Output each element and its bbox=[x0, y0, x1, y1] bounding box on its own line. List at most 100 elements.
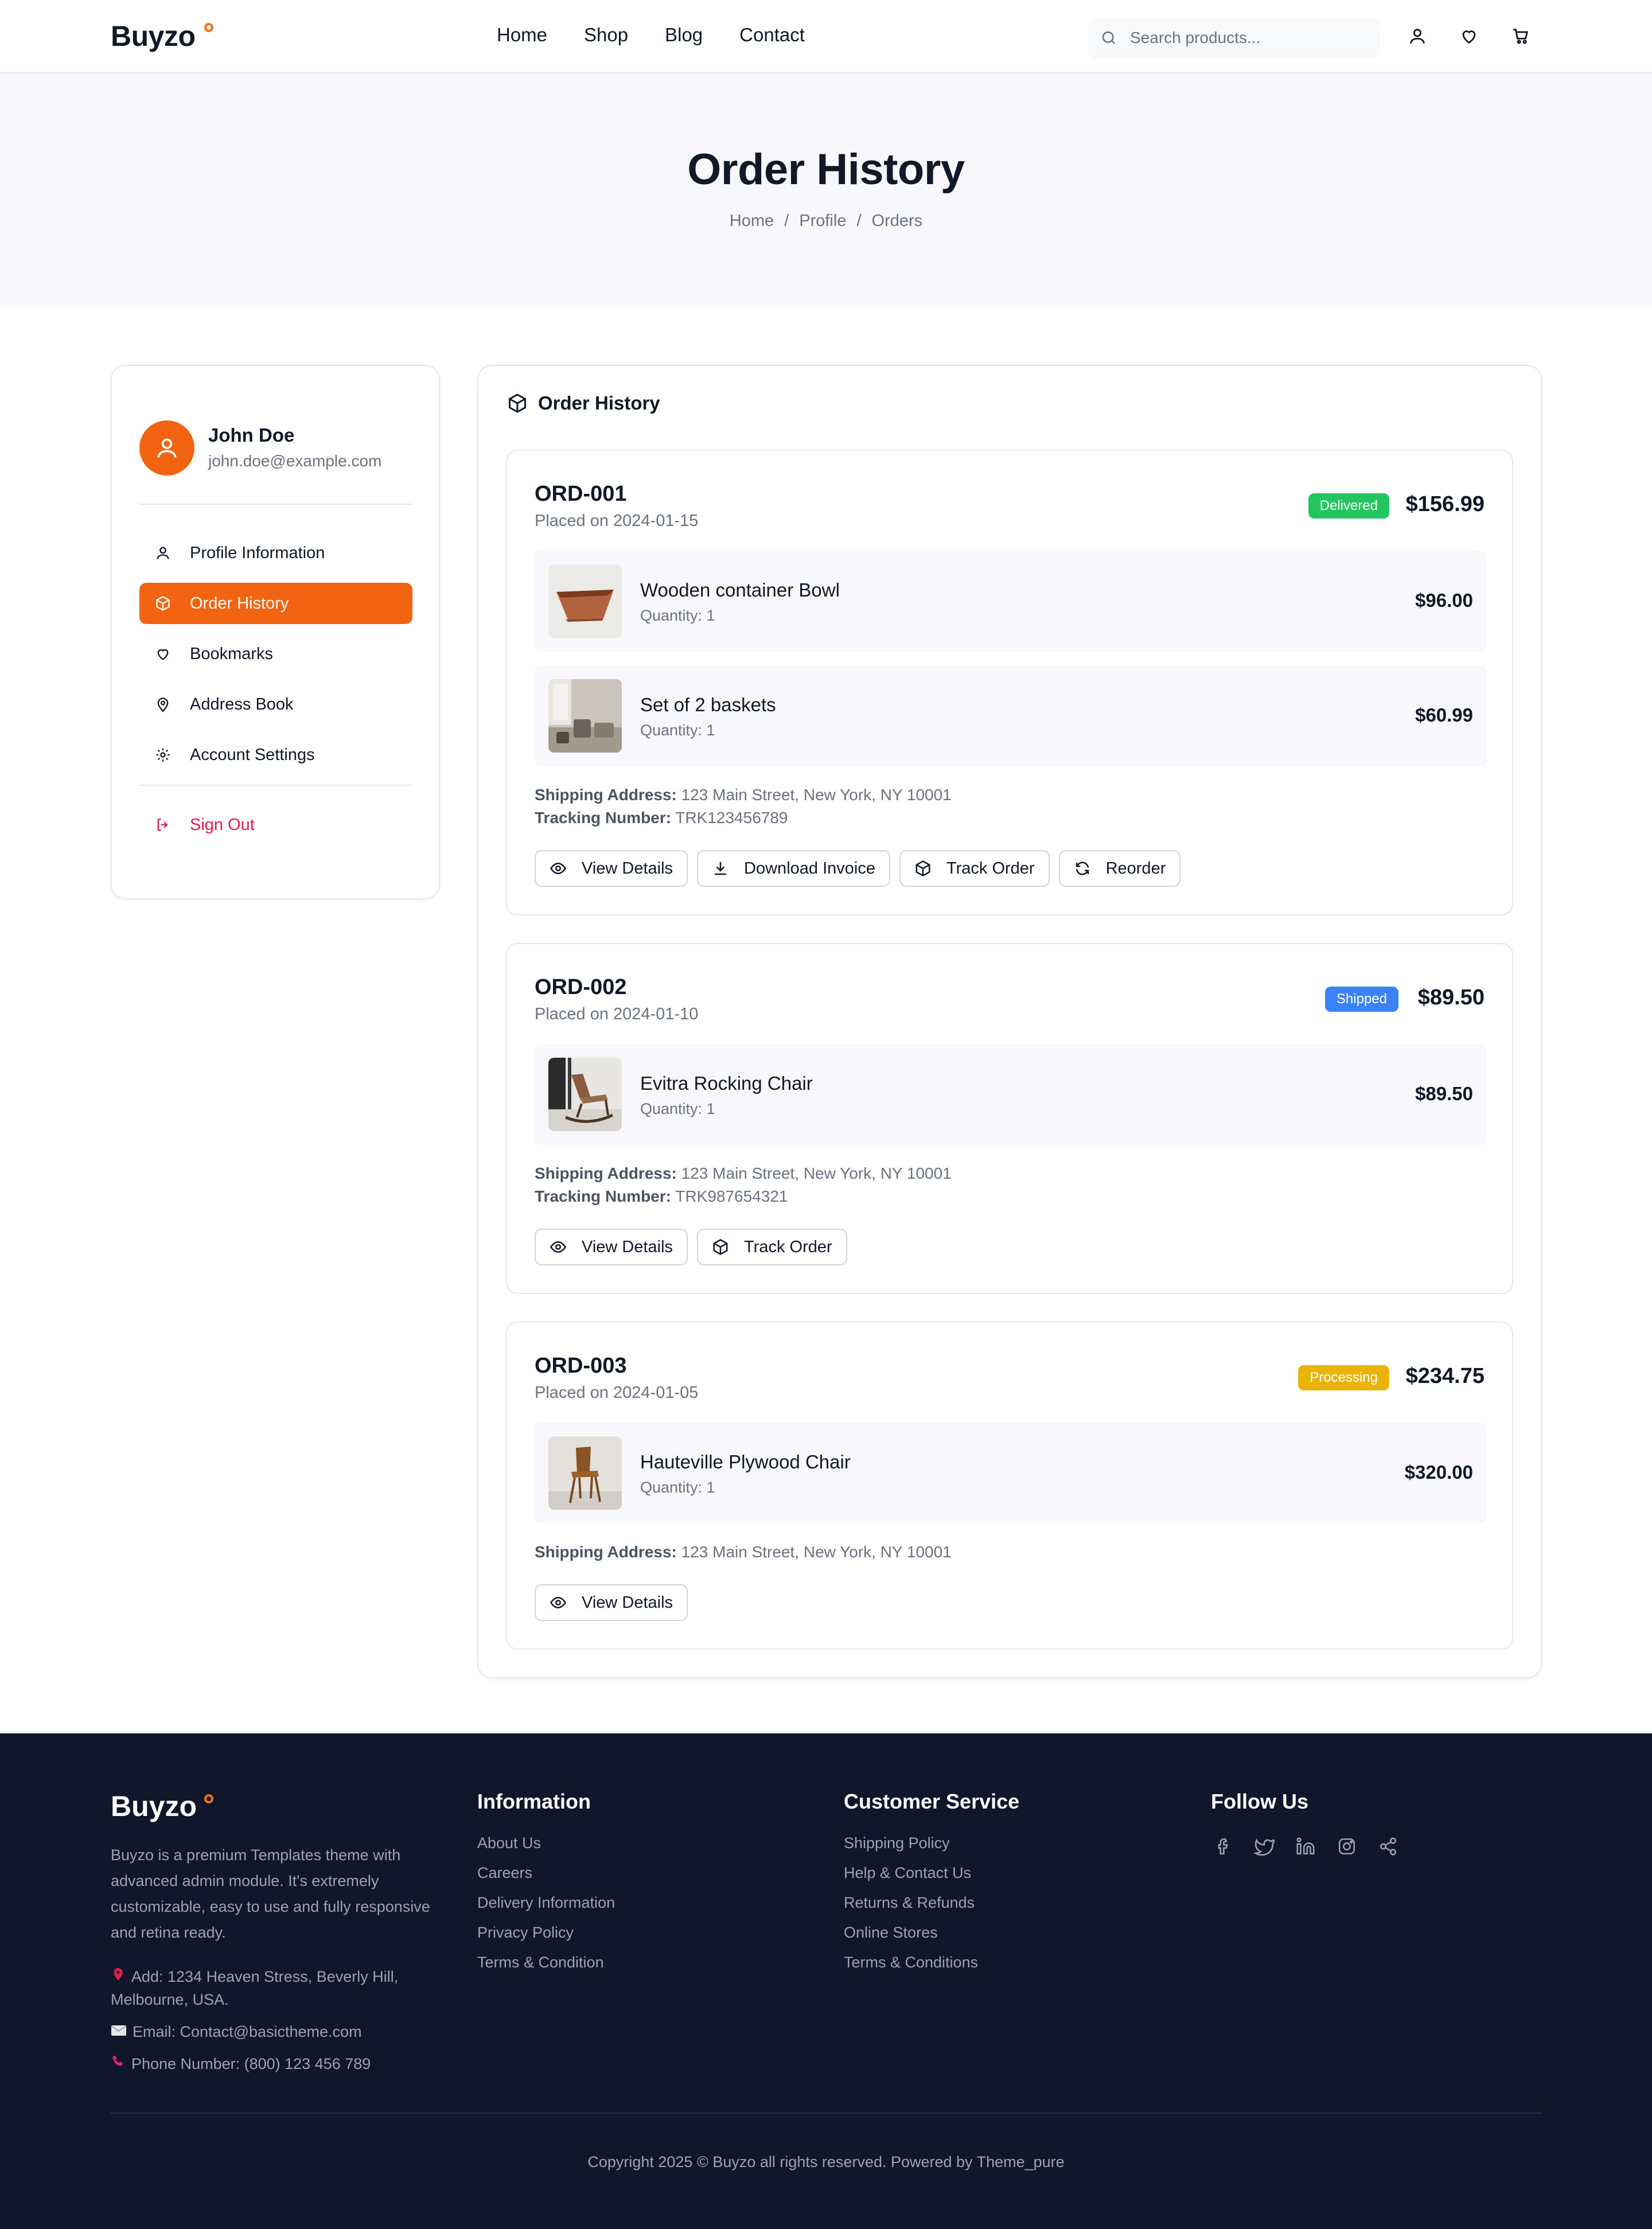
shipping-label: Shipping Address: bbox=[535, 1164, 677, 1182]
twitter-icon[interactable] bbox=[1252, 1834, 1276, 1858]
breadcrumb-profile[interactable]: Profile bbox=[799, 212, 846, 230]
heart-icon[interactable] bbox=[1458, 25, 1480, 47]
nav-shop[interactable]: Shop bbox=[584, 24, 628, 46]
status-badge: Delivered bbox=[1308, 493, 1389, 519]
footer-link-terms-conditions[interactable]: Terms & Conditions bbox=[844, 1954, 1019, 1971]
product-image-rocking-chair[interactable] bbox=[548, 1058, 622, 1131]
footer-follow-us: Follow Us bbox=[1211, 1790, 1400, 1858]
share-icon[interactable] bbox=[1376, 1834, 1400, 1858]
download-invoice-button[interactable]: Download Invoice bbox=[697, 850, 890, 887]
search-input[interactable] bbox=[1130, 29, 1359, 47]
tracking-number: TRK123456789 bbox=[675, 809, 788, 827]
sign-out-icon bbox=[153, 815, 173, 835]
footer-phone-text[interactable]: Phone Number: (800) 123 456 789 bbox=[131, 2055, 371, 2072]
footer-link-terms-condition[interactable]: Terms & Condition bbox=[477, 1954, 615, 1971]
view-details-button[interactable]: View Details bbox=[535, 1584, 688, 1621]
user-icon[interactable] bbox=[1406, 25, 1428, 47]
map-pin-icon bbox=[111, 1967, 126, 1982]
nav-blog[interactable]: Blog bbox=[665, 24, 703, 46]
track-order-button[interactable]: Track Order bbox=[697, 1229, 847, 1265]
order-item: Set of 2 baskets Quantity: 1 $60.99 bbox=[535, 665, 1487, 766]
footer-information: Information About Us Careers Delivery In… bbox=[477, 1790, 615, 1984]
item-price: $320.00 bbox=[1404, 1462, 1473, 1483]
footer-customer-service: Customer Service Shipping Policy Help & … bbox=[844, 1790, 1019, 1984]
sidebar-item-bookmarks[interactable]: Bookmarks bbox=[139, 633, 412, 675]
order-date: Placed on 2024-01-15 bbox=[535, 512, 699, 530]
item-price: $89.50 bbox=[1415, 1083, 1473, 1104]
product-image-baskets[interactable] bbox=[548, 679, 622, 753]
footer-email-text[interactable]: Email: Contact@basictheme.com bbox=[133, 2023, 362, 2040]
footer-link-privacy-policy[interactable]: Privacy Policy bbox=[477, 1924, 615, 1942]
reorder-button[interactable]: Reorder bbox=[1058, 850, 1181, 887]
brand-logo[interactable]: Buyzo bbox=[111, 20, 196, 53]
footer-link-help-contact[interactable]: Help & Contact Us bbox=[844, 1864, 1019, 1882]
item-name[interactable]: Set of 2 baskets bbox=[640, 694, 776, 716]
item-name[interactable]: Hauteville Plywood Chair bbox=[640, 1451, 851, 1473]
sidebar-item-address-book[interactable]: Address Book bbox=[139, 684, 412, 725]
site-header: Buyzo Home Shop Blog Contact bbox=[0, 0, 1652, 73]
footer-brand-logo[interactable]: Buyzo bbox=[111, 1790, 197, 1823]
footer-link-delivery-information[interactable]: Delivery Information bbox=[477, 1894, 615, 1912]
view-details-button[interactable]: View Details bbox=[535, 850, 688, 887]
package-icon bbox=[507, 393, 528, 414]
linkedin-icon[interactable] bbox=[1293, 1834, 1318, 1858]
order-actions: View Details Download Invoice Track Orde… bbox=[535, 850, 1181, 887]
page-hero: Order History Home / Profile / Orders bbox=[0, 73, 1652, 307]
eye-icon bbox=[550, 860, 567, 877]
button-label: View Details bbox=[582, 859, 673, 878]
sidebar-item-profile[interactable]: Profile Information bbox=[139, 532, 412, 574]
footer-heading: Customer Service bbox=[844, 1790, 1020, 1813]
facebook-icon[interactable] bbox=[1211, 1834, 1235, 1858]
instagram-icon[interactable] bbox=[1335, 1834, 1359, 1858]
breadcrumb-home[interactable]: Home bbox=[730, 212, 774, 230]
breadcrumb-orders: Orders bbox=[871, 212, 923, 230]
item-quantity: Quantity: 1 bbox=[640, 607, 715, 624]
sidebar-item-account-settings[interactable]: Account Settings bbox=[139, 734, 412, 776]
logo-dot bbox=[204, 23, 213, 32]
avatar-user-icon bbox=[157, 438, 177, 458]
order-total: $234.75 bbox=[1405, 1364, 1485, 1388]
shipping-info: Shipping Address: 123 Main Street, New Y… bbox=[535, 1162, 952, 1208]
order-actions: View Details Track Order bbox=[535, 1229, 847, 1265]
item-name[interactable]: Evitra Rocking Chair bbox=[640, 1073, 813, 1094]
order-history-panel: Order History ORD-001 Placed on 2024-01-… bbox=[477, 365, 1542, 1678]
footer-link-careers[interactable]: Careers bbox=[477, 1864, 615, 1882]
package-icon bbox=[153, 594, 173, 613]
shipping-address: 123 Main Street, New York, NY 10001 bbox=[681, 786, 952, 804]
item-quantity: Quantity: 1 bbox=[640, 1479, 715, 1496]
shipping-label: Shipping Address: bbox=[535, 1543, 677, 1561]
sidebar-divider bbox=[139, 785, 412, 786]
status-badge: Shipped bbox=[1324, 987, 1398, 1012]
sidebar-item-order-history[interactable]: Order History bbox=[139, 583, 412, 624]
sign-out-button[interactable]: Sign Out bbox=[139, 804, 412, 845]
footer-link-returns-refunds[interactable]: Returns & Refunds bbox=[844, 1894, 1019, 1912]
page-title: Order History bbox=[687, 145, 965, 194]
item-quantity: Quantity: 1 bbox=[640, 722, 715, 739]
footer-link-online-stores[interactable]: Online Stores bbox=[844, 1924, 1019, 1942]
panel-title-text: Order History bbox=[538, 392, 660, 414]
mail-icon bbox=[111, 2024, 127, 2037]
product-image-bowl[interactable] bbox=[548, 564, 622, 638]
item-price: $60.99 bbox=[1415, 704, 1473, 726]
cart-icon[interactable] bbox=[1510, 25, 1532, 47]
shipping-address: 123 Main Street, New York, NY 10001 bbox=[681, 1164, 952, 1182]
nav-home[interactable]: Home bbox=[497, 24, 547, 46]
footer-link-about-us[interactable]: About Us bbox=[477, 1834, 615, 1852]
search-bar bbox=[1088, 17, 1380, 59]
sidebar-item-label: Account Settings bbox=[190, 745, 315, 764]
shipping-address: 123 Main Street, New York, NY 10001 bbox=[681, 1543, 952, 1561]
button-label: Track Order bbox=[744, 1237, 832, 1256]
user-icon bbox=[153, 543, 173, 563]
track-order-button[interactable]: Track Order bbox=[899, 850, 1050, 887]
footer-link-shipping-policy[interactable]: Shipping Policy bbox=[844, 1834, 1019, 1852]
view-details-button[interactable]: View Details bbox=[535, 1229, 688, 1265]
footer-address: Add: 1234 Heaven Stress, Beverly Hill, M… bbox=[111, 1965, 438, 2011]
product-image-plywood-chair[interactable] bbox=[548, 1436, 622, 1510]
refresh-icon bbox=[1074, 860, 1091, 877]
footer-heading: Information bbox=[477, 1790, 591, 1813]
item-quantity: Quantity: 1 bbox=[640, 1100, 715, 1117]
map-pin-icon bbox=[153, 695, 173, 714]
nav-contact[interactable]: Contact bbox=[739, 24, 805, 46]
logo-dot bbox=[204, 1794, 213, 1803]
item-name[interactable]: Wooden container Bowl bbox=[640, 579, 840, 601]
